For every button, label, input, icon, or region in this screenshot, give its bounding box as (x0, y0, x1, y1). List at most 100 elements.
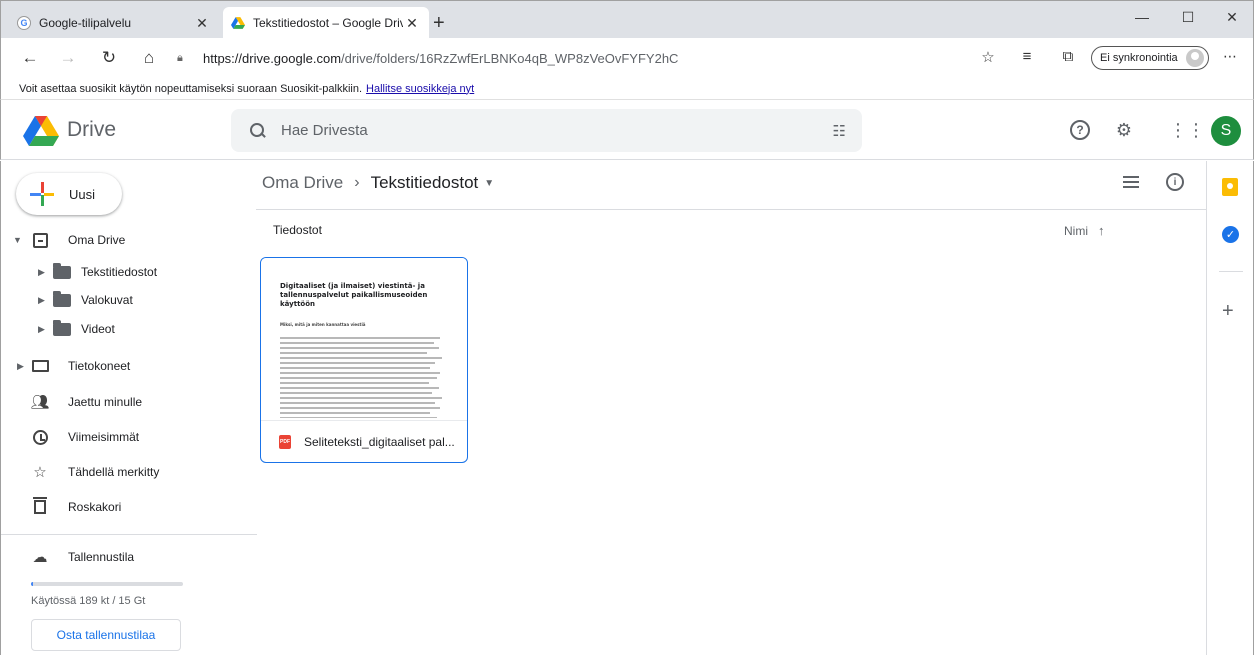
favorites-icon[interactable]: ≡ (1016, 48, 1038, 65)
file-thumbnail: Digitaaliset (ja ilmaiset) viestintä- ja… (261, 258, 467, 418)
tasks-icon[interactable]: ✓ (1222, 226, 1239, 243)
preview-text-line (280, 357, 442, 359)
sidebar-item-trash[interactable]: Roskakori (1, 492, 257, 522)
favorites-bar: Voit asettaa suosikit käytön nopeuttamis… (0, 78, 1254, 100)
sidebar-item-shared[interactable]: 👥︎ Jaettu minulle (1, 387, 257, 417)
help-icon[interactable]: ? (1070, 120, 1094, 140)
sidebar-item-recent[interactable]: Viimeisimmät (1, 422, 257, 452)
buy-storage-button[interactable]: Osta tallennustilaa (31, 619, 181, 651)
main-divider (256, 209, 1206, 210)
folder-label: Tekstitiedostot (81, 265, 158, 279)
storage-usage-text: Käytössä 189 kt / 15 Gt (31, 595, 146, 607)
forward-icon[interactable]: → (57, 48, 79, 68)
arrow-up-icon[interactable]: ↑ (1098, 223, 1105, 238)
preview-text-line (280, 372, 441, 374)
preview-subtitle: Miksi, mitä ja miten kannattaa viestiä (280, 322, 366, 327)
close-window-icon[interactable]: ✕ (1209, 9, 1254, 26)
sidebar-folder-tekstitiedostot[interactable]: ▶ Tekstitiedostot (1, 257, 257, 287)
breadcrumb: Oma Drive › Tekstitiedostot ▼ (262, 173, 494, 193)
app-title[interactable]: Drive (67, 118, 116, 142)
file-card[interactable]: Digitaaliset (ja ilmaiset) viestintä- ja… (260, 257, 468, 463)
url-path: /drive/folders/16RzZwfErLBNKo4qB_WP8zVeO… (341, 50, 679, 66)
dropdown-arrow-icon[interactable]: ▼ (484, 178, 494, 189)
chevron-right-icon: › (354, 174, 360, 191)
list-view-icon[interactable] (1123, 175, 1141, 189)
maximize-icon[interactable]: ☐ (1165, 9, 1211, 26)
url-host: https://drive.google.com (203, 50, 342, 66)
sidebar-item-storage[interactable]: ☁︎ Tallennustila (1, 542, 257, 572)
preview-text-line (280, 337, 441, 339)
sidebar-item-starred[interactable]: ☆ Tähdellä merkitty (1, 457, 257, 487)
reload-icon[interactable]: ↻ (98, 48, 120, 68)
profile-avatar-icon (1186, 49, 1204, 67)
sidebar-item-label: Viimeisimmät (68, 430, 140, 444)
search-input[interactable]: Hae Drivesta (281, 122, 368, 139)
preview-text-line (280, 362, 436, 364)
folder-label: Valokuvat (81, 293, 133, 307)
expand-right-icon[interactable]: ▶ (17, 361, 24, 372)
profile-sync-button[interactable]: Ei synkronointia (1091, 46, 1209, 70)
new-tab-icon[interactable]: + (433, 13, 445, 33)
sidebar-item-label: Roskakori (68, 500, 122, 514)
new-button[interactable]: Uusi (16, 173, 122, 215)
folder-icon (53, 319, 71, 336)
preview-text-line (280, 342, 434, 344)
clock-icon (31, 428, 49, 446)
tab-title: Tekstitiedostot – Google Drive (253, 16, 403, 30)
search-bar[interactable]: Hae Drivesta ☷ (231, 109, 862, 152)
google-icon: G (17, 16, 31, 30)
sidebar-divider (1, 534, 257, 535)
breadcrumb-root[interactable]: Oma Drive (262, 173, 343, 193)
account-avatar[interactable]: S (1211, 116, 1241, 146)
expand-right-icon[interactable]: ▶ (38, 267, 45, 278)
cloud-icon: ☁︎ (32, 549, 48, 566)
minimize-icon[interactable]: — (1119, 9, 1165, 25)
sidebar-folder-valokuvat[interactable]: ▶ Valokuvat (1, 285, 257, 315)
preview-text-line (280, 382, 429, 384)
url-field[interactable]: 🔒︎ https://drive.google.com/drive/folder… (177, 44, 967, 72)
drive-logo-icon[interactable] (23, 116, 59, 146)
add-favorite-icon[interactable]: ☆ (977, 48, 999, 66)
collections-icon[interactable]: ⧉ (1057, 48, 1079, 65)
sidebar-item-my-drive[interactable]: ▼ Oma Drive (1, 225, 257, 255)
expand-right-icon[interactable]: ▶ (38, 295, 45, 306)
back-icon[interactable]: ← (19, 48, 41, 68)
close-tab-icon[interactable]: ✕ (193, 15, 211, 32)
file-name: Seliteteksti_digitaaliset pal... (304, 434, 455, 449)
home-icon[interactable]: ⌂ (138, 48, 160, 68)
preview-text-line (280, 392, 432, 394)
sidebar-item-label: Tähdellä merkitty (68, 465, 160, 479)
preview-text-line (280, 407, 441, 409)
sidebar-item-label: Oma Drive (68, 233, 126, 247)
expand-down-icon[interactable]: ▼ (13, 235, 22, 245)
sidebar: Uusi ▼ Oma Drive ▶ Tekstitiedostot ▶ Val… (0, 161, 257, 655)
info-icon[interactable]: i (1166, 173, 1184, 191)
search-options-icon[interactable]: ☷ (833, 122, 846, 140)
preview-text-line (280, 412, 431, 414)
sidebar-item-label: Jaettu minulle (68, 395, 143, 409)
browser-tab-drive[interactable]: Tekstitiedostot – Google Drive ✕ (223, 7, 429, 39)
sync-label: Ei synkronointia (1100, 52, 1178, 64)
get-addons-plus-icon[interactable]: + (1222, 301, 1234, 321)
breadcrumb-current[interactable]: Tekstitiedostot (371, 173, 479, 193)
manage-favorites-link[interactable]: Hallitse suosikkeja nyt (366, 83, 474, 95)
pdf-icon: PDF (279, 434, 291, 449)
sort-control[interactable]: Nimi ↑ (1064, 223, 1105, 238)
preview-text-line (280, 397, 442, 399)
side-panel: ✓ + (1206, 161, 1254, 655)
apps-grid-icon[interactable]: ⋮⋮⋮ (1169, 120, 1223, 140)
settings-gear-icon[interactable]: ⚙ (1112, 120, 1136, 140)
lock-icon: 🔒︎ (177, 51, 183, 64)
sidebar-folder-videot[interactable]: ▶ Videot (1, 314, 257, 344)
preview-title: Digitaaliset (ja ilmaiset) viestintä- ja… (280, 282, 428, 308)
sidebar-item-computers[interactable]: ▶ Tietokoneet (1, 351, 257, 381)
expand-right-icon[interactable]: ▶ (38, 324, 45, 335)
keep-icon[interactable] (1222, 178, 1238, 196)
browser-tab-google-account[interactable]: G Google-tilipalvelu ✕ (9, 7, 219, 39)
more-options-icon[interactable]: ⋯ (1223, 48, 1237, 65)
drive-header: Drive Hae Drivesta ☷ ? ⚙ ⋮⋮⋮ S (0, 100, 1254, 160)
search-icon[interactable] (249, 122, 267, 140)
close-tab-icon[interactable]: ✕ (403, 15, 421, 32)
preview-text-line (280, 387, 439, 389)
trash-icon (31, 497, 49, 516)
